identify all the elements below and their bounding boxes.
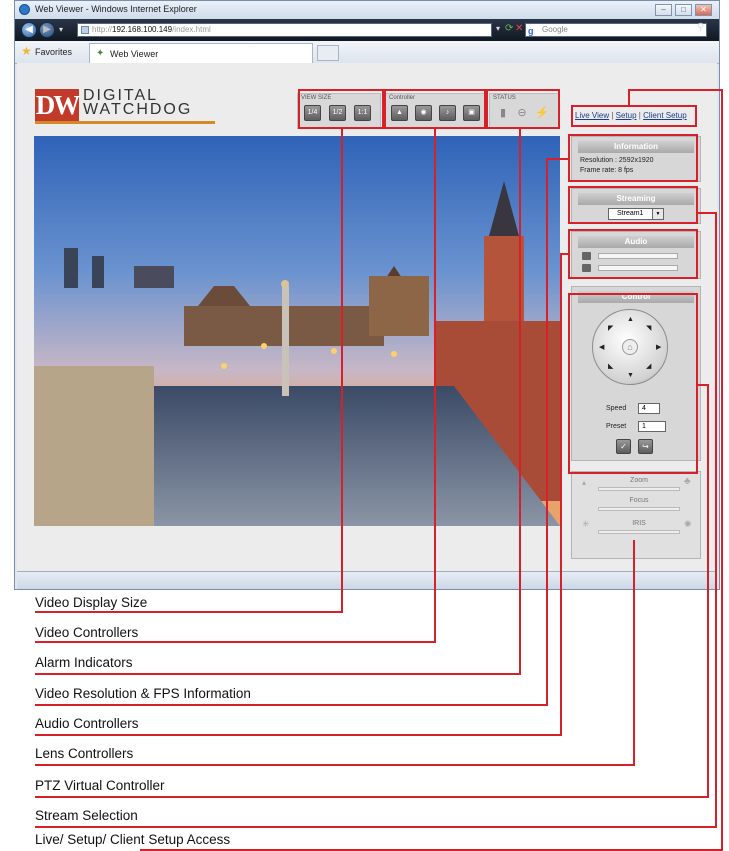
callout-ptz-virtual-controller: PTZ Virtual Controller [35,778,165,793]
page-icon [81,26,89,34]
highlight-controller [384,89,486,129]
logo-text: DIGITAL WATCHDOG [83,88,193,118]
callout-live-setup-access: Live/ Setup/ Client Setup Access [35,832,231,847]
iris-open-icon[interactable]: ✺ [684,519,692,530]
focus-label: Focus [629,497,649,504]
address-bar: ◀ ▶ ▾ http://192.168.100.149/index.html … [15,19,719,41]
callout-video-controllers: Video Controllers [35,625,139,640]
callout-stream-selection: Stream Selection [35,808,138,823]
callout-resolution-fps: Video Resolution & FPS Information [35,686,251,701]
favorites-star-icon: ★ [21,44,32,58]
google-icon: g [528,26,534,36]
stop-icon[interactable]: ✕ [515,23,523,34]
leader-status [519,128,521,674]
maximize-button[interactable]: □ [675,4,692,16]
leader-view-size [341,128,343,612]
window-title: Web Viewer - Windows Internet Explorer [35,4,197,14]
logo-mark: DW [35,89,80,121]
underline-5 [35,764,635,766]
minimize-button[interactable]: – [655,4,672,16]
live-video[interactable] [34,136,560,526]
callout-alarm-indicators: Alarm Indicators [35,655,133,670]
highlight-audio [568,229,698,279]
leader-audio-v [560,253,562,736]
highlight-status [486,89,560,129]
leader-links-h1 [628,89,722,91]
close-button[interactable]: ✕ [695,4,712,16]
underline-0 [35,611,343,613]
leader-stream-v [715,212,717,828]
history-dropdown-icon[interactable]: ▾ [59,25,63,34]
iris-slider[interactable] [598,530,680,534]
zoom-out-icon[interactable]: ▴ [582,478,586,487]
underline-6 [35,796,709,798]
lens-panel: ▴ Zoom ♣ Focus IRIS ✳ ✺ [571,471,701,559]
zoom-label: Zoom [630,477,648,484]
search-icon[interactable]: ⚲ [697,22,704,33]
new-tab-button[interactable] [317,45,339,61]
url-path: /index.html [172,25,211,34]
leader-info-h [546,158,568,160]
callout-lens-controllers: Lens Controllers [35,746,134,761]
underline-3 [35,704,548,706]
title-bar: Web Viewer - Windows Internet Explorer –… [15,1,719,19]
callout-audio-controllers: Audio Controllers [35,716,139,731]
zoom-slider[interactable] [598,487,680,491]
leader-lens [633,540,635,766]
back-button[interactable]: ◀ [21,22,37,38]
iris-close-icon[interactable]: ✳ [582,519,590,530]
forward-button[interactable]: ▶ [39,22,55,38]
url-prefix: http:// [92,25,113,34]
underline-7 [35,826,717,828]
highlight-streaming [568,186,698,224]
leader-info-v [546,158,548,706]
leader-links-v [721,89,723,851]
highlight-top-links [571,105,697,127]
highlight-control [568,293,698,474]
leader-ptz-v [707,384,709,798]
video-frame-image [34,136,560,526]
focus-slider[interactable] [598,507,680,511]
favorites-bar: ★ Favorites ✦ Web Viewer [15,41,719,64]
tab-label: Web Viewer [110,49,159,59]
refresh-icon[interactable]: ⟳ [505,23,513,34]
highlight-information [568,134,698,182]
underline-2 [35,673,521,675]
leader-controller [434,128,436,642]
iris-label: IRIS [632,520,646,527]
logo-line2: WATCHDOG [83,101,193,118]
underline-4 [35,734,562,736]
logo-underline [35,121,215,124]
tab-page-icon: ✦ [96,48,105,59]
highlight-view-size [298,89,384,129]
leader-stream-h [697,212,717,214]
tab-web-viewer[interactable]: ✦ Web Viewer [89,43,313,63]
favorites-button[interactable]: Favorites [35,47,72,57]
underline-1 [35,641,436,643]
callout-video-display-size: Video Display Size [35,595,148,610]
zoom-in-icon[interactable]: ♣ [684,476,691,487]
url-input[interactable]: http://192.168.100.149/index.html [77,23,492,37]
status-bar [17,571,717,589]
url-dropdown-icon[interactable]: ▾ [496,24,500,33]
search-input[interactable]: g Google [525,23,707,37]
search-placeholder: Google [542,25,568,34]
ie-icon [19,4,30,15]
leader-links-h1v [628,89,630,105]
url-host: 192.168.100.149 [112,25,173,34]
